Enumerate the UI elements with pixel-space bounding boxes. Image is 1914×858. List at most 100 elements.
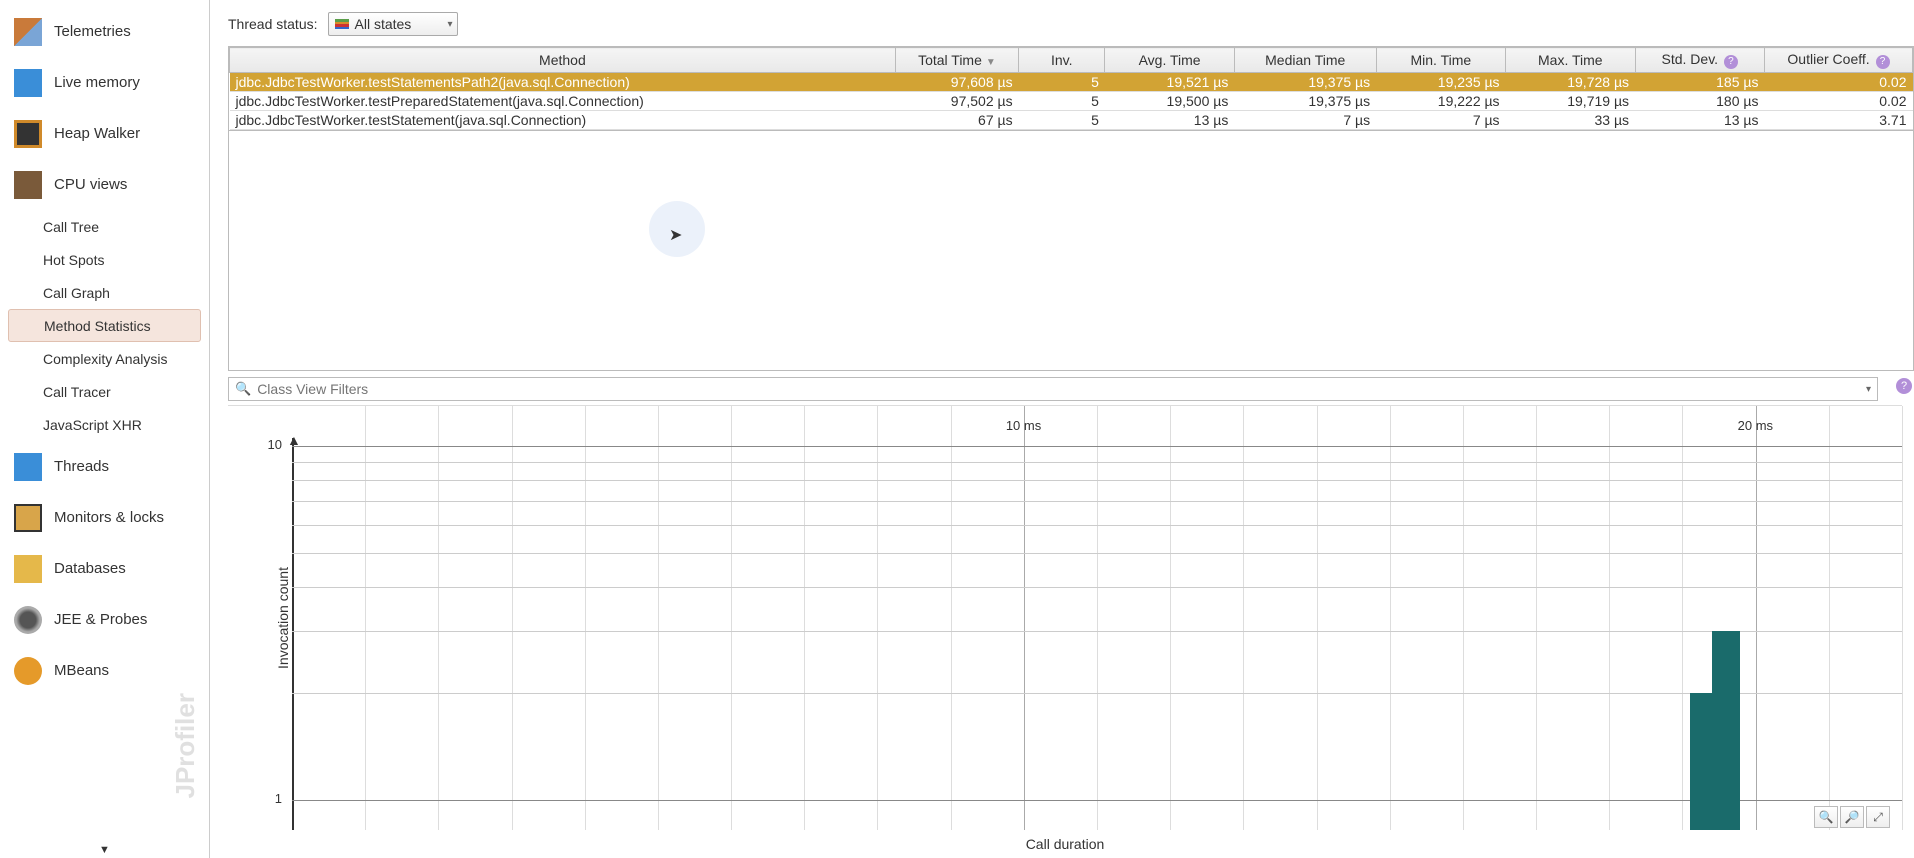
- cell-std: 13 µs: [1635, 111, 1764, 130]
- col-stddev[interactable]: Std. Dev. ?: [1635, 48, 1764, 73]
- sidebar-item-monitors[interactable]: Monitors & locks: [0, 492, 209, 543]
- sidebar-item-heapwalker[interactable]: Heap Walker: [0, 108, 209, 159]
- dropdown-value: All states: [355, 16, 412, 32]
- gridline-v: [365, 406, 366, 830]
- col-method[interactable]: Method: [230, 48, 896, 73]
- livememory-icon: [14, 69, 42, 97]
- thread-status-dropdown[interactable]: All states ▾: [328, 12, 458, 36]
- gridline-v: [585, 406, 586, 830]
- telemetries-icon: [14, 18, 42, 46]
- gridline-v: [1024, 406, 1025, 830]
- watermark: JProfiler: [170, 693, 201, 799]
- thread-status-flag-icon: [335, 19, 349, 29]
- gridline-h: [292, 631, 1902, 632]
- sidebar: Telemetries Live memory Heap Walker CPU …: [0, 0, 210, 858]
- sidebar-item-threads[interactable]: Threads: [0, 441, 209, 492]
- sidebar-sub-complexityanalysis[interactable]: Complexity Analysis: [8, 342, 201, 375]
- fit-button[interactable]: ⤢: [1866, 806, 1890, 828]
- sidebar-sub-hotspots[interactable]: Hot Spots: [8, 243, 201, 276]
- gridline-v: [1463, 406, 1464, 830]
- chevron-down-icon[interactable]: ▾: [1866, 384, 1871, 395]
- help-icon[interactable]: ?: [1896, 378, 1912, 394]
- scroll-down-icon[interactable]: ▼: [99, 844, 110, 856]
- sidebar-sub-label: Method Statistics: [44, 318, 151, 334]
- gridline-v: [804, 406, 805, 830]
- gridline-v: [658, 406, 659, 830]
- filter-input[interactable]: [257, 381, 1860, 397]
- cell-total: 97,502 µs: [895, 92, 1018, 111]
- cell-inv: 5: [1019, 73, 1105, 92]
- gridline-v: [1536, 406, 1537, 830]
- sidebar-item-databases[interactable]: Databases: [0, 543, 209, 594]
- monitors-icon: [14, 504, 42, 532]
- gridline-v: [1829, 406, 1830, 830]
- histogram-bar[interactable]: [1712, 631, 1740, 830]
- sidebar-sub-label: Complexity Analysis: [43, 351, 168, 367]
- gridline-v: [1097, 406, 1098, 830]
- help-icon[interactable]: ?: [1724, 55, 1738, 69]
- table-row[interactable]: jdbc.JdbcTestWorker.testStatement(java.s…: [230, 111, 1913, 130]
- help-icon[interactable]: ?: [1876, 55, 1890, 69]
- gridline-v: [877, 406, 878, 830]
- chart-tools: 🔍 🔎 ⤢: [1814, 806, 1890, 828]
- chart-ylabel: Invocation count: [275, 567, 291, 669]
- sidebar-sub-calltree[interactable]: Call Tree: [8, 210, 201, 243]
- gridline-h: [292, 693, 1902, 694]
- sidebar-sub-callgraph[interactable]: Call Graph: [8, 276, 201, 309]
- cell-max: 33 µs: [1506, 111, 1635, 130]
- chart-xlabel: Call duration: [228, 830, 1902, 858]
- sidebar-item-label: MBeans: [54, 662, 109, 679]
- cpuviews-icon: [14, 171, 42, 199]
- sidebar-sub-javascriptxhr[interactable]: JavaScript XHR: [8, 408, 201, 441]
- sidebar-item-label: Live memory: [54, 74, 140, 91]
- col-label: Avg. Time: [1139, 52, 1201, 68]
- zoom-out-button[interactable]: 🔎: [1840, 806, 1864, 828]
- cell-out: 0.02: [1764, 73, 1912, 92]
- table-row[interactable]: jdbc.JdbcTestWorker.testStatementsPath2(…: [230, 73, 1913, 92]
- mouse-cursor-icon: ➤: [669, 225, 682, 245]
- x-tick-label: 10 ms: [1006, 418, 1041, 433]
- sidebar-sub-calltracer[interactable]: Call Tracer: [8, 375, 201, 408]
- gridline-v: [1609, 406, 1610, 830]
- gridline-h: [292, 587, 1902, 588]
- sidebar-item-label: CPU views: [54, 176, 127, 193]
- gridline-h: [292, 446, 1902, 447]
- col-avgtime[interactable]: Avg. Time: [1105, 48, 1234, 73]
- top-bar: Thread status: All states ▾: [210, 8, 1914, 46]
- cell-total: 67 µs: [895, 111, 1018, 130]
- y-tick-label: 10: [262, 437, 282, 452]
- col-inv[interactable]: Inv.: [1019, 48, 1105, 73]
- sidebar-item-label: Telemetries: [54, 23, 131, 40]
- sidebar-item-mbeans[interactable]: MBeans: [0, 645, 209, 696]
- cell-median: 19,375 µs: [1234, 92, 1376, 111]
- sidebar-item-cpuviews[interactable]: CPU views: [0, 159, 209, 210]
- chart-area[interactable]: Invocation count ▲ 10 ms20 ms110: [228, 406, 1902, 830]
- gridline-v: [731, 406, 732, 830]
- col-totaltime[interactable]: Total Time▼: [895, 48, 1018, 73]
- y-axis: [292, 438, 294, 830]
- zoom-in-button[interactable]: 🔍: [1814, 806, 1838, 828]
- table-empty-area: ➤: [228, 131, 1914, 371]
- col-mintime[interactable]: Min. Time: [1376, 48, 1505, 73]
- col-label: Std. Dev.: [1662, 51, 1719, 67]
- sidebar-item-livememory[interactable]: Live memory: [0, 57, 209, 108]
- method-statistics-table: Method Total Time▼ Inv. Avg. Time Median…: [228, 46, 1914, 131]
- cell-min: 19,235 µs: [1376, 73, 1505, 92]
- gridline-v: [1682, 406, 1683, 830]
- sidebar-sub-label: JavaScript XHR: [43, 417, 142, 433]
- col-outliercoeff[interactable]: Outlier Coeff. ?: [1764, 48, 1912, 73]
- col-mediantime[interactable]: Median Time: [1234, 48, 1376, 73]
- cell-median: 7 µs: [1234, 111, 1376, 130]
- table-row[interactable]: jdbc.JdbcTestWorker.testPreparedStatemen…: [230, 92, 1913, 111]
- sidebar-item-jeeprobes[interactable]: JEE & Probes: [0, 594, 209, 645]
- sidebar-item-label: Heap Walker: [54, 125, 140, 142]
- cell-inv: 5: [1019, 92, 1105, 111]
- sidebar-item-telemetries[interactable]: Telemetries: [0, 6, 209, 57]
- sidebar-sub-methodstatistics[interactable]: Method Statistics: [8, 309, 201, 342]
- cell-std: 180 µs: [1635, 92, 1764, 111]
- col-maxtime[interactable]: Max. Time: [1506, 48, 1635, 73]
- gridline-v: [1317, 406, 1318, 830]
- cell-out: 3.71: [1764, 111, 1912, 130]
- class-view-filter[interactable]: 🔍 ▾: [228, 377, 1878, 401]
- col-label: Median Time: [1265, 52, 1345, 68]
